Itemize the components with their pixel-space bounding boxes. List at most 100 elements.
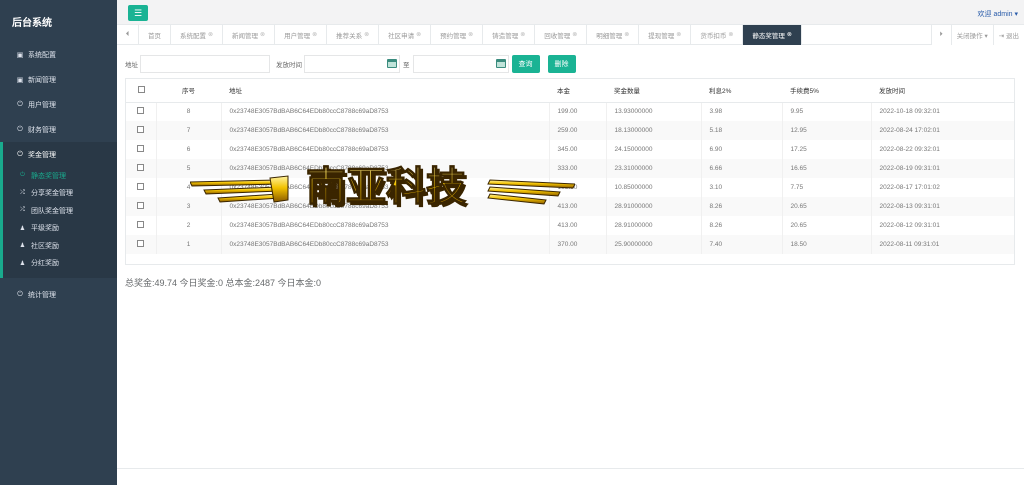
table-row[interactable]: 6 0x23748E3057BdBAB6C64EDb80ccC8788c69aD8… [126, 140, 1014, 159]
table-row[interactable]: 8 0x23748E3057BdBAB6C64EDb80ccC8788c69aD8… [126, 102, 1014, 121]
start-date-field[interactable] [304, 55, 400, 73]
address-input[interactable] [140, 55, 270, 73]
tab-5[interactable]: 社区申请 ⊗ [379, 24, 432, 45]
close-operations-dropdown[interactable]: 关闭操作 ▾ [950, 25, 993, 45]
cell-fee: 18.50 [782, 235, 872, 254]
left-wing-icon [190, 175, 289, 203]
row-select-cell[interactable] [126, 235, 157, 254]
tab-label: 预约管理 [440, 32, 467, 40]
row-select-cell[interactable] [126, 216, 157, 235]
sidebar-item-2[interactable]: ⏻ 用户管理 [0, 92, 117, 117]
row-checkbox[interactable] [137, 126, 145, 133]
cell-id: 7 [156, 121, 222, 140]
cell-address: 0x23748E3057BdBAB6C64EDb80ccC8788c69aD87… [221, 102, 550, 121]
close-icon[interactable]: ⊗ [312, 31, 317, 38]
row-select-cell[interactable] [126, 121, 157, 140]
logout-button[interactable]: ⇥ 退出 [992, 25, 1024, 45]
tab-label: 货币扣币 [700, 32, 727, 40]
tab-7[interactable]: 铸造管理 ⊗ [483, 24, 536, 45]
query-button[interactable]: 查询 [511, 55, 540, 73]
close-icon[interactable]: ⊗ [624, 31, 629, 38]
user-menu[interactable]: 欢迎 admin ▾ [978, 9, 1018, 19]
close-icon[interactable]: ⊗ [468, 31, 473, 38]
submenu-item-1[interactable]: ⤮ 分享奖金管理 [3, 185, 117, 203]
tab-scroll-right-button[interactable]: ⏵ [930, 25, 951, 45]
row-checkbox[interactable] [137, 221, 145, 228]
sidebar-item-statistics[interactable]: ⏻ 统计管理 [0, 282, 117, 307]
tab-12[interactable]: 静态奖管理 ⊗ [743, 24, 802, 45]
submenu-item-3[interactable]: ♟ 平级奖励 [3, 220, 117, 238]
submenu-item-4[interactable]: ♟ 社区奖励 [3, 237, 117, 255]
close-icon[interactable]: ⊗ [728, 31, 733, 38]
sidebar-item-1[interactable]: ▣ 新闻管理 [0, 67, 117, 92]
close-icon[interactable]: ⊗ [572, 31, 577, 38]
power-icon: ⏻ [17, 125, 23, 133]
submenu-item-label: 静态奖管理 [31, 172, 66, 180]
close-icon[interactable]: ⊗ [520, 31, 525, 38]
start-date-input[interactable] [304, 55, 400, 73]
sidebar-item-3[interactable]: ⏻ 财务管理 [0, 117, 117, 142]
table-row[interactable]: 1 0x23748E3057BdBAB6C64EDb80ccC8788c69aD8… [126, 235, 1014, 254]
close-icon[interactable]: ⊗ [208, 31, 213, 38]
delete-button[interactable]: 删除 [547, 55, 576, 73]
row-checkbox[interactable] [137, 107, 145, 115]
row-checkbox[interactable] [137, 164, 145, 171]
doc-icon: ▣ [16, 76, 24, 84]
table-header-row: 序号 地址 本金 奖金数量 利息2% 手续费5% 发放时间 [126, 79, 1014, 103]
cell-bonus: 28.91000000 [606, 216, 702, 235]
sidebar-item-bonus[interactable]: ⏻ 奖金管理 [0, 142, 117, 167]
tab-8[interactable]: 回收管理 ⊗ [535, 24, 588, 45]
row-select-cell[interactable] [126, 140, 157, 159]
tab-6[interactable]: 预约管理 ⊗ [431, 24, 484, 45]
select-all-checkbox[interactable] [137, 85, 145, 93]
power-icon: ⏻ [17, 290, 23, 298]
close-icon[interactable]: ⊗ [416, 31, 421, 38]
row-select-cell[interactable] [126, 159, 157, 178]
select-all-cell[interactable] [126, 79, 156, 103]
tab-11[interactable]: 货币扣币 ⊗ [691, 24, 744, 45]
sidebar-item-label: 新闻管理 [28, 76, 56, 84]
end-date-field[interactable] [412, 55, 509, 73]
calendar-icon[interactable] [387, 59, 397, 68]
close-icon[interactable]: ⊗ [676, 31, 681, 38]
sidebar: 后台系统 ▣ 系统配置 ▣ 新闻管理 ⏻ 用户管理 ⏻ 财务管理 ⏻ 奖金管理 ⏻ 静态奖管理 ⤮… [0, 0, 117, 485]
row-checkbox[interactable] [137, 183, 145, 190]
table-row[interactable]: 2 0x23748E3057BdBAB6C64EDb80ccC8788c69aD8… [126, 216, 1014, 235]
row-select-cell[interactable] [126, 197, 157, 216]
end-date-input[interactable] [412, 55, 509, 73]
row-checkbox[interactable] [137, 240, 145, 247]
sidebar-item-0[interactable]: ▣ 系统配置 [0, 42, 117, 67]
row-checkbox[interactable] [137, 202, 145, 209]
submenu-item-2[interactable]: ⤮ 团队奖金管理 [3, 202, 117, 220]
tab-0[interactable]: 首页 [139, 24, 171, 45]
tab-label: 推荐关系 [336, 32, 363, 40]
row-select-cell[interactable] [126, 102, 157, 121]
tab-2[interactable]: 新闻管理 ⊗ [223, 24, 276, 45]
tab-scroll-left-button[interactable]: ⏴ [117, 24, 139, 45]
col-id: 序号 [156, 79, 221, 103]
cell-bonus: 10.85000000 [606, 178, 702, 197]
cell-interest: 6.90 [701, 140, 783, 159]
totals-summary: 总奖金:49.74 今日奖金:0 总本金:2487 今日本金:0 [125, 278, 322, 288]
tab-1[interactable]: 系统配置 ⊗ [171, 24, 224, 45]
close-icon[interactable]: ⊗ [260, 31, 265, 38]
table-row[interactable]: 7 0x23748E3057BdBAB6C64EDb80ccC8788c69aD8… [126, 121, 1014, 140]
tab-label: 静态奖管理 [752, 32, 785, 40]
calendar-icon[interactable] [495, 59, 506, 68]
close-icon[interactable]: ⊗ [787, 31, 792, 38]
tab-4[interactable]: 推荐关系 ⊗ [327, 24, 380, 45]
submenu-item-0[interactable]: ⏻ 静态奖管理 [3, 167, 117, 185]
menu-toggle-button[interactable]: ☰ [128, 5, 148, 21]
tab-label: 提现管理 [648, 32, 675, 40]
tab-3[interactable]: 用户管理 ⊗ [275, 24, 328, 45]
top-header: ☰ 欢迎 admin ▾ [117, 0, 1024, 25]
close-icon[interactable]: ⊗ [364, 31, 369, 38]
row-checkbox[interactable] [137, 145, 145, 152]
cell-time: 2022-10-18 09:32:01 [879, 108, 940, 116]
submenu-item-label: 分红奖励 [31, 260, 59, 268]
tab-9[interactable]: 明细管理 ⊗ [587, 24, 640, 45]
submenu-item-5[interactable]: ♟ 分红奖励 [3, 255, 117, 273]
row-select-cell[interactable] [126, 178, 157, 197]
doc-icon: ▣ [16, 51, 24, 59]
tab-10[interactable]: 提现管理 ⊗ [639, 24, 692, 45]
